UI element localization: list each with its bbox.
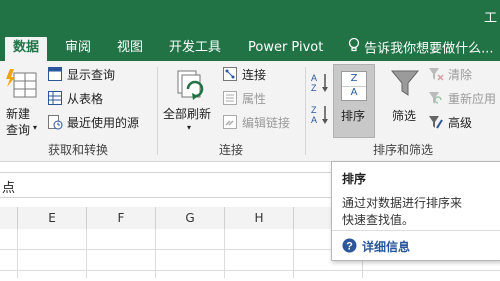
group-label-connections: 连接 (218, 143, 243, 157)
advanced-filter-icon (429, 116, 443, 129)
clear-filter-icon (429, 68, 444, 81)
svg-text:A: A (311, 73, 317, 83)
recent-sources-button[interactable]: 最近使用的源 (47, 113, 157, 131)
connections-button[interactable]: 连接 (222, 65, 302, 83)
tooltip-body-line-1: 通过对数据进行排序来 (342, 196, 463, 210)
column-header-h[interactable]: H (225, 207, 294, 229)
recent-sources-icon (48, 115, 63, 130)
new-query-icon (6, 69, 37, 98)
properties-button[interactable]: 属性 (222, 89, 302, 107)
tab-data[interactable]: 数据 (5, 37, 48, 61)
from-table-button[interactable]: 从表格 (47, 89, 157, 107)
filter-funnel-icon (390, 70, 420, 96)
ribbon: 新建 查询 ▾ 显示查询 从表格 最近使用的源 获取和转换 全部刷新 ▾ 连接 … (0, 61, 500, 162)
advanced-filter-label: 高级 (448, 116, 473, 130)
column-header-e[interactable]: E (18, 207, 87, 229)
tell-me-placeholder: 告诉我你想要做什么... (364, 41, 494, 57)
edit-links-icon (223, 115, 237, 129)
group-label-sort-filter: 排序和筛选 (372, 143, 433, 157)
show-queries-label: 显示查询 (67, 68, 116, 82)
chevron-down-icon: ▾ (187, 123, 192, 132)
title-bar: 工 (0, 0, 500, 33)
new-query-button[interactable]: 新建 查询 ▾ (2, 65, 42, 137)
recent-sources-label: 最近使用的源 (67, 116, 140, 130)
name-box[interactable]: 点 (2, 177, 15, 196)
reapply-filter-icon (429, 92, 442, 104)
reapply-filter-label: 重新应用 (448, 92, 497, 106)
edit-links-button[interactable]: 编辑链接 (222, 113, 302, 131)
filter-label: 筛选 (392, 109, 417, 123)
tooltip-more-info-label: 详细信息 (362, 240, 411, 254)
tooltip-divider (332, 230, 500, 231)
connections-label: 连接 (242, 68, 267, 82)
sort-button[interactable]: Z A 排序 (333, 64, 375, 138)
sort-ascending-icon: A Z (311, 73, 328, 93)
advanced-filter-button[interactable]: 高级 (428, 113, 500, 131)
tab-developer[interactable]: 开发工具 (161, 37, 229, 61)
column-header-f[interactable]: F (87, 207, 156, 229)
svg-text:Z: Z (311, 83, 317, 93)
tab-review[interactable]: 审阅 (57, 37, 99, 61)
sort-descending-icon: Z A (311, 105, 328, 125)
refresh-all-icon (177, 70, 204, 100)
sort-descending-button[interactable]: Z A (310, 103, 330, 125)
show-queries-button[interactable]: 显示查询 (47, 65, 157, 83)
sort-label: 排序 (341, 109, 366, 123)
sort-icon: Z A (341, 71, 367, 101)
refresh-all-label: 全部刷新 (163, 107, 212, 121)
sort-icon-top: Z (342, 72, 366, 87)
svg-text:A: A (311, 115, 317, 125)
reapply-filter-button[interactable]: 重新应用 (428, 89, 500, 107)
tooltip-body-line-2: 快速查找值。 (342, 213, 415, 227)
svg-text:Z: Z (311, 105, 317, 115)
from-table-label: 从表格 (67, 92, 104, 106)
tab-view[interactable]: 视图 (109, 37, 151, 61)
window-title: 工 (484, 11, 498, 26)
tooltip-title: 排序 (342, 172, 367, 186)
connections-icon (223, 67, 237, 81)
column-header-partial[interactable] (0, 207, 18, 229)
filter-button[interactable]: 筛选 (385, 65, 425, 137)
tab-power-pivot[interactable]: Power Pivot (240, 37, 331, 61)
sort-tooltip: 排序 通过对数据进行排序来 快速查找值。 ? 详细信息 (331, 161, 500, 261)
edit-links-label: 编辑链接 (242, 116, 291, 130)
tell-me-search[interactable]: 告诉我你想要做什么... (348, 37, 494, 61)
ribbon-tab-bar: 数据 审阅 视图 开发工具 Power Pivot 告诉我你想要做什么... (0, 33, 500, 61)
new-query-label-1: 新建 (6, 107, 31, 121)
lightbulb-icon (348, 37, 360, 61)
table-icon (48, 91, 62, 105)
properties-label: 属性 (242, 92, 267, 106)
sort-icon-bottom: A (350, 87, 358, 98)
help-icon: ? (342, 238, 357, 253)
group-label-get-transform: 获取和转换 (47, 143, 108, 157)
new-query-label-2: 查询 (6, 123, 31, 137)
clear-filter-label: 清除 (448, 68, 473, 82)
show-queries-icon (48, 67, 62, 81)
properties-icon (223, 91, 237, 105)
column-header-g[interactable]: G (156, 207, 225, 229)
clear-filter-button[interactable]: 清除 (428, 65, 500, 83)
chevron-down-icon: ▾ (33, 123, 38, 132)
svg-text:?: ? (346, 241, 353, 253)
sort-ascending-button[interactable]: A Z (310, 71, 330, 93)
refresh-all-button[interactable]: 全部刷新 ▾ (162, 65, 218, 137)
